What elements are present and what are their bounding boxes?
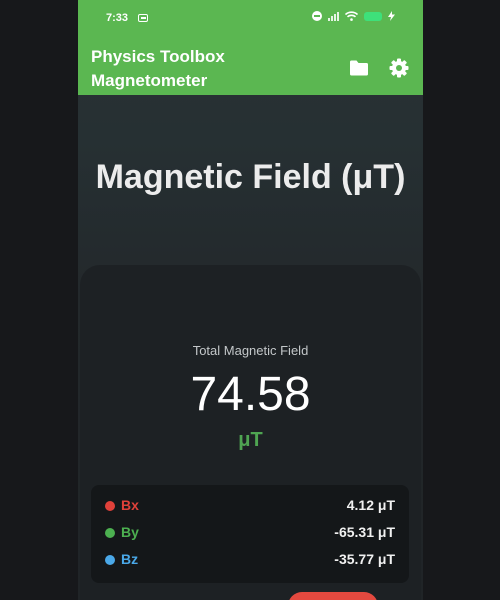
status-bar: 7:33 bbox=[78, 10, 423, 30]
bx-value: 4.12 μT bbox=[346, 497, 395, 513]
component-row-bx: Bx 4.12 μT bbox=[91, 495, 409, 517]
charging-icon bbox=[388, 11, 395, 21]
component-row-bz: Bz -35.77 μT bbox=[91, 549, 409, 571]
app-title-line-1: Physics Toolbox bbox=[91, 47, 225, 66]
field-card: Total Magnetic Field 74.58 μT Bx 4.12 μT… bbox=[80, 265, 421, 600]
by-value: -65.31 μT bbox=[334, 524, 395, 540]
bz-value: -35.77 μT bbox=[334, 551, 395, 567]
bx-label: Bx bbox=[121, 497, 139, 513]
battery-icon bbox=[364, 11, 382, 21]
app-title: Physics Toolbox Magnetometer bbox=[91, 45, 291, 93]
status-time: 7:33 bbox=[106, 12, 129, 24]
gear-icon[interactable] bbox=[389, 58, 409, 78]
bz-label: Bz bbox=[121, 551, 139, 567]
app-title-line-2: Magnetometer bbox=[91, 71, 208, 90]
app-bar: 7:33 Physics Toolbox Magnetometer bbox=[78, 0, 423, 95]
do-not-disturb-icon bbox=[312, 11, 322, 21]
folder-icon[interactable] bbox=[349, 59, 369, 77]
by-dot bbox=[105, 528, 115, 538]
bx-dot bbox=[105, 501, 115, 511]
notification-icon bbox=[138, 14, 148, 22]
bz-dot bbox=[105, 555, 115, 565]
total-field-unit: μT bbox=[238, 429, 263, 451]
page-title: Magnetic Field (μT) bbox=[95, 158, 406, 196]
phone-screen: 7:33 Physics Toolbox Magnetometer Magnet… bbox=[78, 0, 423, 600]
status-icons bbox=[312, 11, 395, 21]
components-panel: Bx 4.12 μT By -65.31 μT Bz -35.77 μT bbox=[91, 485, 409, 583]
total-field-value: 74.58 bbox=[190, 368, 311, 421]
by-label: By bbox=[121, 524, 139, 540]
record-button[interactable] bbox=[288, 592, 378, 600]
signal-icon bbox=[328, 11, 339, 21]
total-field-label: Total Magnetic Field bbox=[192, 343, 309, 358]
component-row-by: By -65.31 μT bbox=[91, 522, 409, 544]
wifi-icon bbox=[345, 11, 358, 21]
